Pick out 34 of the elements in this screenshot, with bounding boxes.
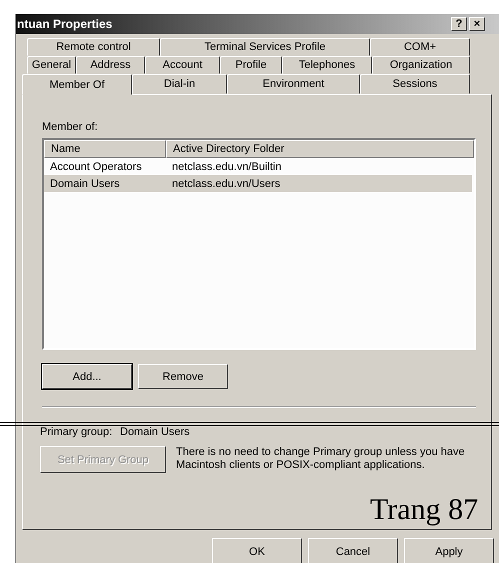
- column-header[interactable]: Active Directory Folder: [166, 140, 474, 158]
- tab[interactable]: Account: [145, 56, 220, 74]
- member-of-label: Member of:: [42, 121, 99, 133]
- dialog-button[interactable]: Apply: [404, 538, 494, 563]
- column-header[interactable]: Name: [44, 140, 166, 158]
- tab[interactable]: Sessions: [360, 74, 470, 94]
- primary-group-value: Domain Users: [120, 426, 190, 438]
- list-row[interactable]: Account Operators netclass.edu.vn/Builtin: [44, 158, 472, 175]
- list-cell-text: Account Operators: [49, 160, 143, 172]
- window-title: ntuan Properties: [17, 17, 112, 31]
- tab[interactable]: General: [27, 56, 76, 74]
- tab[interactable]: Member Of: [22, 74, 132, 95]
- tab[interactable]: COM+: [370, 38, 470, 56]
- add-button[interactable]: Add...: [42, 364, 132, 389]
- list-row[interactable]: Domain Users netclass.edu.vn/Users: [44, 175, 472, 192]
- tab[interactable]: Environment: [227, 74, 360, 94]
- tab[interactable]: Remote control: [27, 38, 160, 56]
- close-button[interactable]: ×: [469, 17, 485, 31]
- tab[interactable]: Address: [76, 56, 145, 74]
- tab[interactable]: Profile: [220, 56, 282, 74]
- dialog-button[interactable]: Cancel: [308, 538, 398, 563]
- list-cell-text: netclass.edu.vn/Users: [171, 178, 282, 190]
- help-button[interactable]: ?: [451, 17, 467, 31]
- primary-group-label: Primary group:: [40, 426, 114, 438]
- list-cell-text: Domain Users: [49, 178, 121, 190]
- tab[interactable]: Telephones: [282, 56, 372, 74]
- remove-button[interactable]: Remove: [138, 364, 228, 389]
- tab[interactable]: Dial-in: [132, 74, 227, 94]
- dialog-button[interactable]: OK: [212, 538, 302, 563]
- info-text: There is no need to change Primary group unless you have Macintosh clients or POSIX-compliant applications.: [176, 446, 466, 472]
- list-cell-text: netclass.edu.vn/Builtin: [171, 160, 282, 172]
- page-number: Trang 87: [370, 494, 478, 526]
- tab[interactable]: Organization: [372, 56, 470, 74]
- tab[interactable]: Terminal Services Profile: [160, 38, 370, 56]
